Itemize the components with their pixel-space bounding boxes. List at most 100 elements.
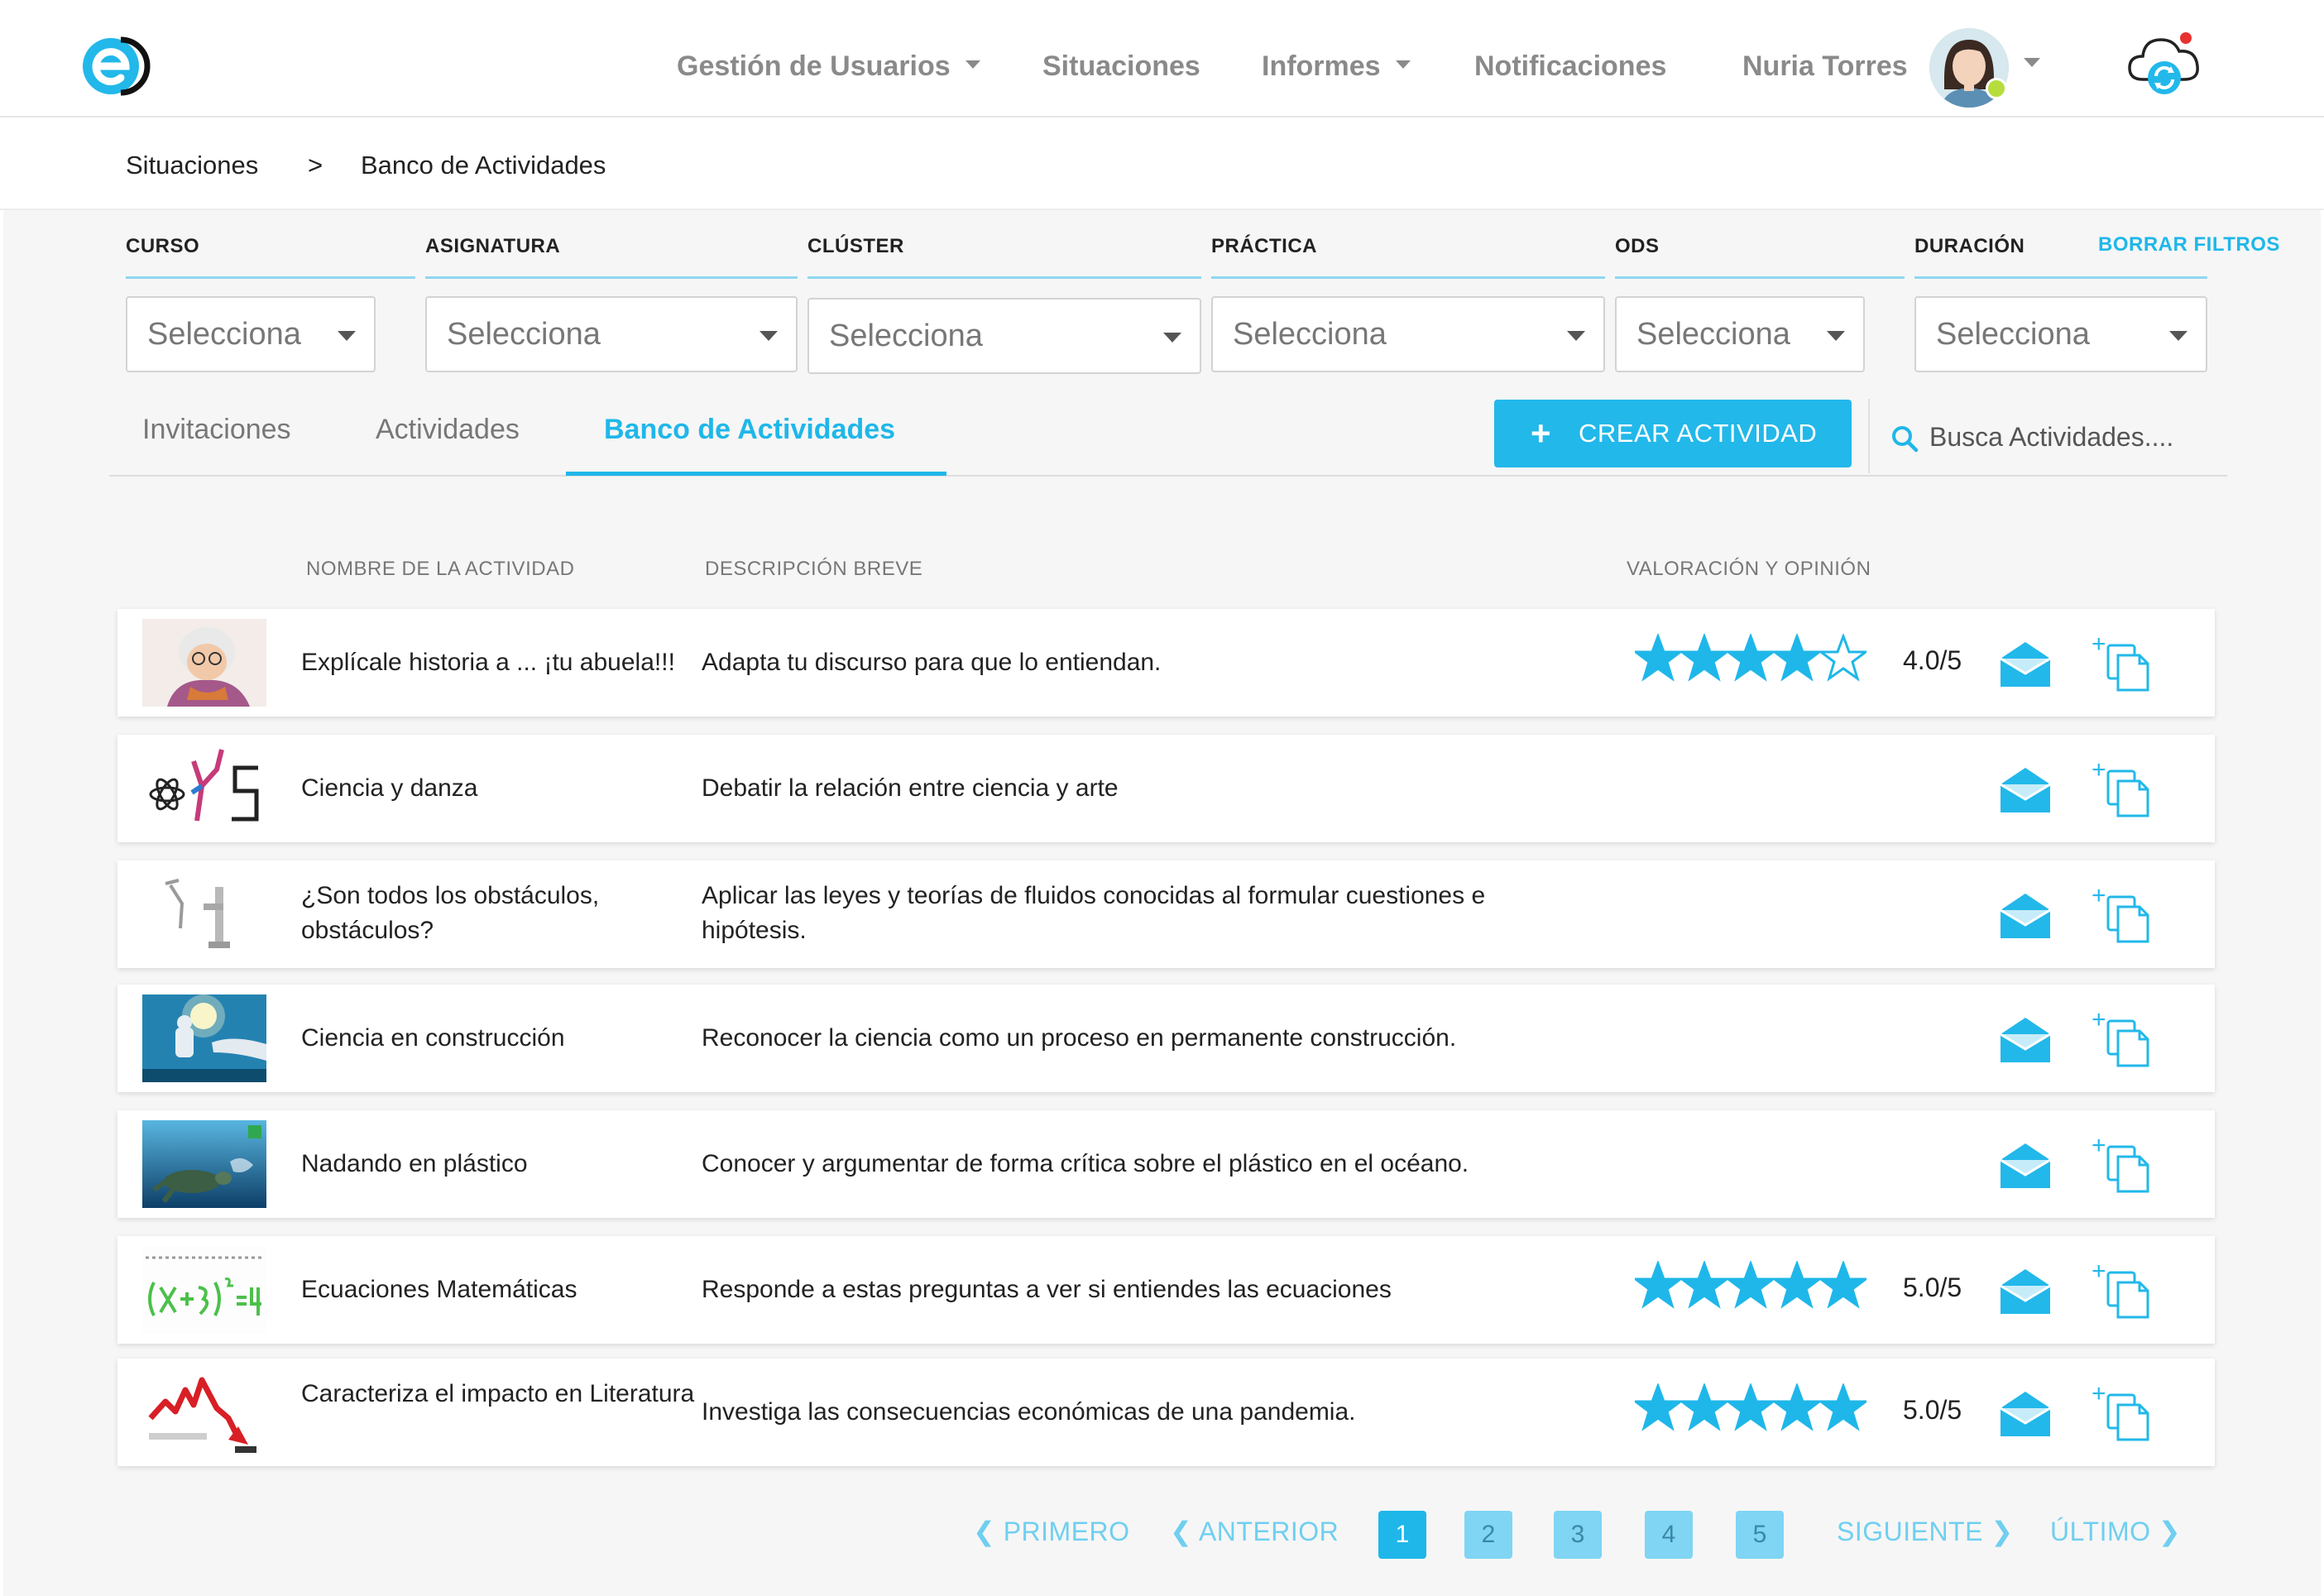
turtle-plastic-image — [142, 1120, 266, 1208]
equation-image — [142, 1246, 266, 1334]
filter-label-duracion: DURACIÓN — [1914, 235, 2025, 257]
create-activity-button[interactable]: + CREAR ACTIVIDAD — [1494, 400, 1852, 467]
mail-icon[interactable] — [1999, 1016, 2052, 1064]
chevron-right-icon: ❯ — [1982, 1517, 2014, 1546]
copy-add-icon[interactable]: + — [2092, 1261, 2154, 1322]
nav-situaciones[interactable]: Situaciones — [1042, 41, 1200, 91]
create-activity-label: CREAR ACTIVIDAD — [1579, 419, 1818, 448]
page-number[interactable]: 3 — [1554, 1511, 1602, 1559]
tab-actividades[interactable]: Actividades — [376, 414, 520, 446]
svg-text:+: + — [2092, 1261, 2106, 1285]
select-placeholder: Selecciona — [1936, 317, 2090, 352]
cloud-sync-icon[interactable] — [2125, 30, 2202, 96]
svg-text:+: + — [2092, 634, 2106, 658]
nav-notificaciones[interactable]: Notificaciones — [1474, 41, 1666, 91]
filter-label-practica: PRÁCTICA — [1211, 235, 1317, 257]
filter-divider — [425, 276, 798, 279]
copy-add-icon[interactable]: + — [2092, 760, 2154, 821]
filter-divider — [1211, 276, 1605, 279]
copy-add-icon[interactable]: + — [2092, 634, 2154, 695]
mail-icon[interactable] — [1999, 1142, 2052, 1190]
pagination-prev[interactable]: ❮ ANTERIOR — [1170, 1516, 1339, 1547]
page-number[interactable]: 4 — [1645, 1511, 1693, 1559]
filter-divider — [1914, 276, 2207, 279]
star-filled-icon — [1635, 1261, 1681, 1309]
dropdown-arrow-icon — [1827, 331, 1845, 341]
select-curso[interactable]: Selecciona — [126, 296, 376, 372]
activity-description: Responde a estas preguntas a ver si enti… — [702, 1276, 1392, 1303]
select-cluster[interactable]: Selecciona — [807, 298, 1201, 374]
rating-stars — [1635, 634, 1866, 692]
column-header-rating: VALORACIÓN Y OPINIÓN — [1627, 558, 1871, 580]
activity-name: Nadando en plástico — [301, 1150, 528, 1177]
filter-divider — [126, 276, 415, 279]
mail-icon[interactable] — [1999, 766, 2052, 814]
nav-gestion-usuarios[interactable]: Gestión de Usuarios — [677, 41, 980, 91]
table-row[interactable]: Nadando en plástico Conocer y argumentar… — [117, 1110, 2215, 1218]
select-practica[interactable]: Selecciona — [1211, 296, 1605, 372]
activity-description: Conocer y argumentar de forma crítica so… — [702, 1150, 1469, 1177]
mail-icon[interactable] — [1999, 892, 2052, 940]
star-filled-icon — [1681, 1383, 1727, 1431]
page-number[interactable]: 1 — [1378, 1511, 1426, 1559]
search-divider — [1868, 399, 1870, 473]
user-name[interactable]: Nuria Torres — [1742, 41, 1908, 91]
active-tab-indicator — [566, 472, 946, 476]
table-row[interactable]: Ecuaciones Matemáticas Responde a estas … — [117, 1236, 2215, 1344]
star-filled-icon — [1820, 1261, 1866, 1309]
search-input[interactable] — [1929, 414, 2211, 460]
star-filled-icon — [1774, 1261, 1820, 1309]
filter-label-asignatura: ASIGNATURA — [425, 235, 561, 257]
pagination-next[interactable]: SIGUIENTE ❯ — [1837, 1516, 2014, 1547]
filter-label-curso: CURSO — [126, 235, 200, 257]
activity-name: Ciencia en construcción — [301, 1024, 565, 1052]
page-number[interactable]: 2 — [1464, 1511, 1512, 1559]
pagination-next-label: SIGUIENTE — [1837, 1517, 1983, 1546]
breadcrumb-separator: > — [308, 151, 323, 180]
breadcrumb-situaciones[interactable]: Situaciones — [126, 151, 258, 180]
dropdown-arrow-icon — [1567, 331, 1585, 341]
chevron-down-icon[interactable] — [2024, 58, 2040, 67]
faucet-image — [142, 870, 266, 958]
star-filled-icon — [1635, 1383, 1681, 1431]
chevron-down-icon — [965, 60, 980, 69]
activity-name: Ecuaciones Matemáticas — [301, 1276, 577, 1303]
page-number[interactable]: 5 — [1736, 1511, 1784, 1559]
tab-invitaciones[interactable]: Invitaciones — [142, 414, 291, 446]
plus-icon: + — [1531, 414, 1551, 453]
select-placeholder: Selecciona — [829, 319, 983, 353]
breadcrumb: Situaciones > Banco de Actividades — [0, 117, 2324, 210]
copy-add-icon[interactable]: + — [2092, 1383, 2154, 1445]
select-asignatura[interactable]: Selecciona — [425, 296, 798, 372]
star-filled-icon — [1635, 634, 1681, 682]
rating-value: 5.0/5 — [1903, 1395, 1962, 1425]
copy-add-icon[interactable]: + — [2092, 885, 2154, 947]
copy-add-icon[interactable]: + — [2092, 1009, 2154, 1071]
table-row[interactable]: Explícale historia a ... ¡tu abuela!!! A… — [117, 609, 2215, 717]
rating-stars — [1635, 1383, 1866, 1441]
select-duracion[interactable]: Selecciona — [1914, 296, 2207, 372]
pagination-first[interactable]: ❮ PRIMERO — [973, 1516, 1130, 1547]
rating-value: 4.0/5 — [1903, 645, 1962, 675]
robot-lightbulb-image — [142, 995, 266, 1082]
chevron-left-icon: ❮ — [973, 1517, 1004, 1546]
table-row[interactable]: ¿Son todos los obstáculos, obstáculos? A… — [117, 860, 2215, 968]
clear-filters-link[interactable]: BORRAR FILTROS — [2098, 233, 2280, 256]
mail-icon[interactable] — [1999, 640, 2052, 688]
select-placeholder: Selecciona — [1233, 317, 1387, 352]
mail-icon[interactable] — [1999, 1268, 2052, 1316]
falling-chart-image — [142, 1368, 266, 1456]
nav-informes[interactable]: Informes — [1262, 41, 1411, 91]
tab-banco-actividades[interactable]: Banco de Actividades — [604, 414, 895, 446]
mail-icon[interactable] — [1999, 1390, 2052, 1438]
pagination-last[interactable]: ÚLTIMO ❯ — [2050, 1516, 2181, 1547]
star-filled-icon — [1727, 1383, 1774, 1431]
table-row[interactable]: Ciencia y danza Debatir la relación entr… — [117, 735, 2215, 842]
dropdown-arrow-icon — [338, 331, 356, 341]
activity-description: Investiga las consecuencias económicas d… — [702, 1398, 1356, 1426]
copy-add-icon[interactable]: + — [2092, 1135, 2154, 1196]
dropdown-arrow-icon — [759, 331, 778, 341]
table-row[interactable]: Caracteriza el impacto en Literatura Inv… — [117, 1359, 2215, 1466]
table-row[interactable]: Ciencia en construcción Reconocer la cie… — [117, 985, 2215, 1092]
select-ods[interactable]: Selecciona — [1615, 296, 1865, 372]
